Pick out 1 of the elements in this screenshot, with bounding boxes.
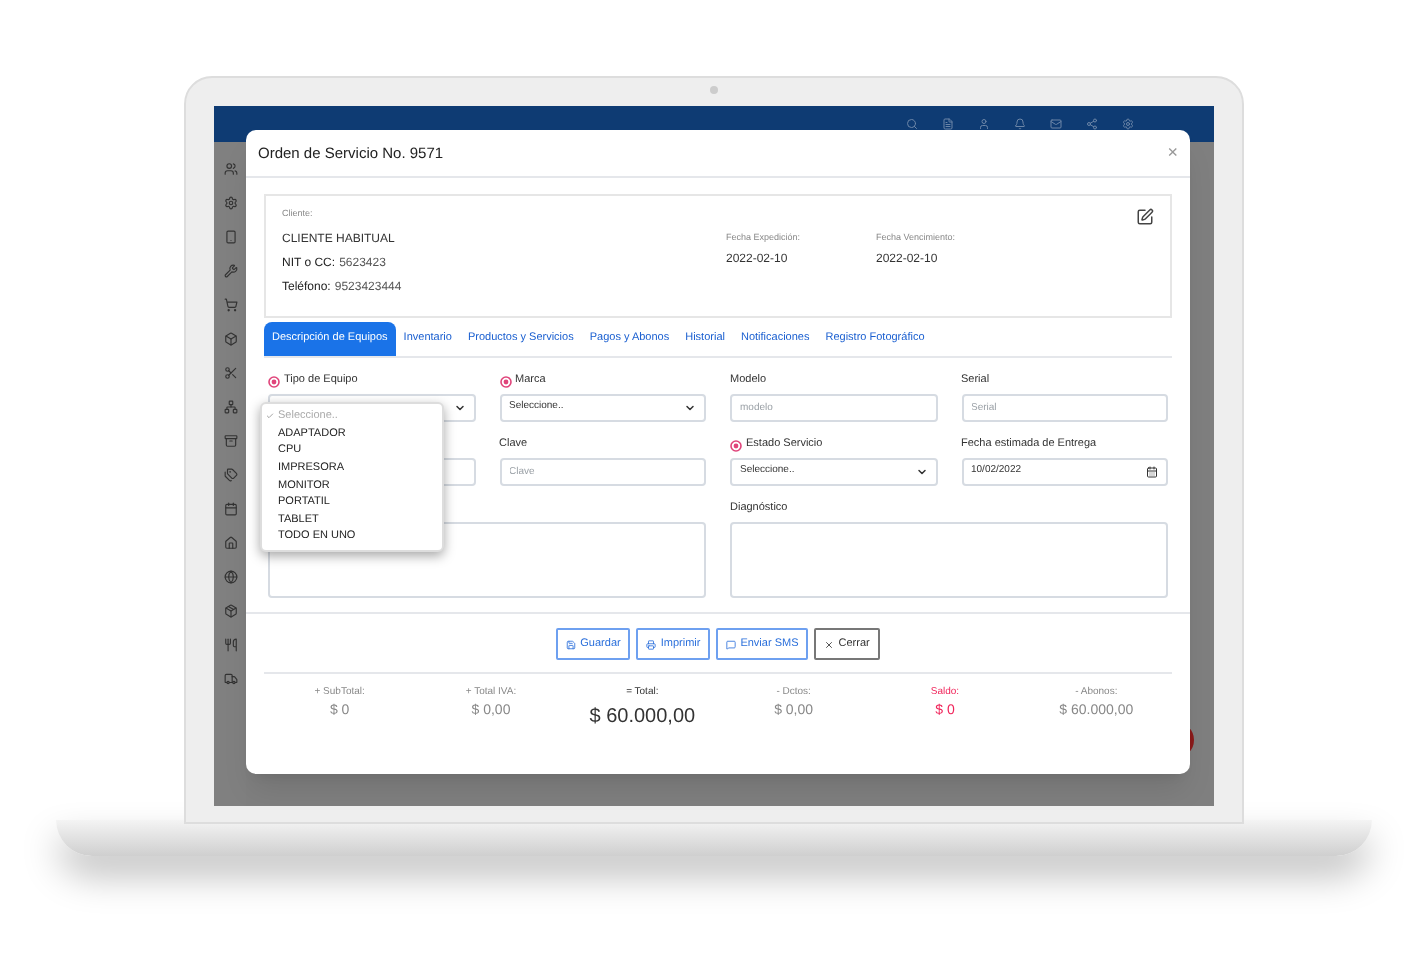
total-value: $ 60.000,00 [589,703,696,731]
